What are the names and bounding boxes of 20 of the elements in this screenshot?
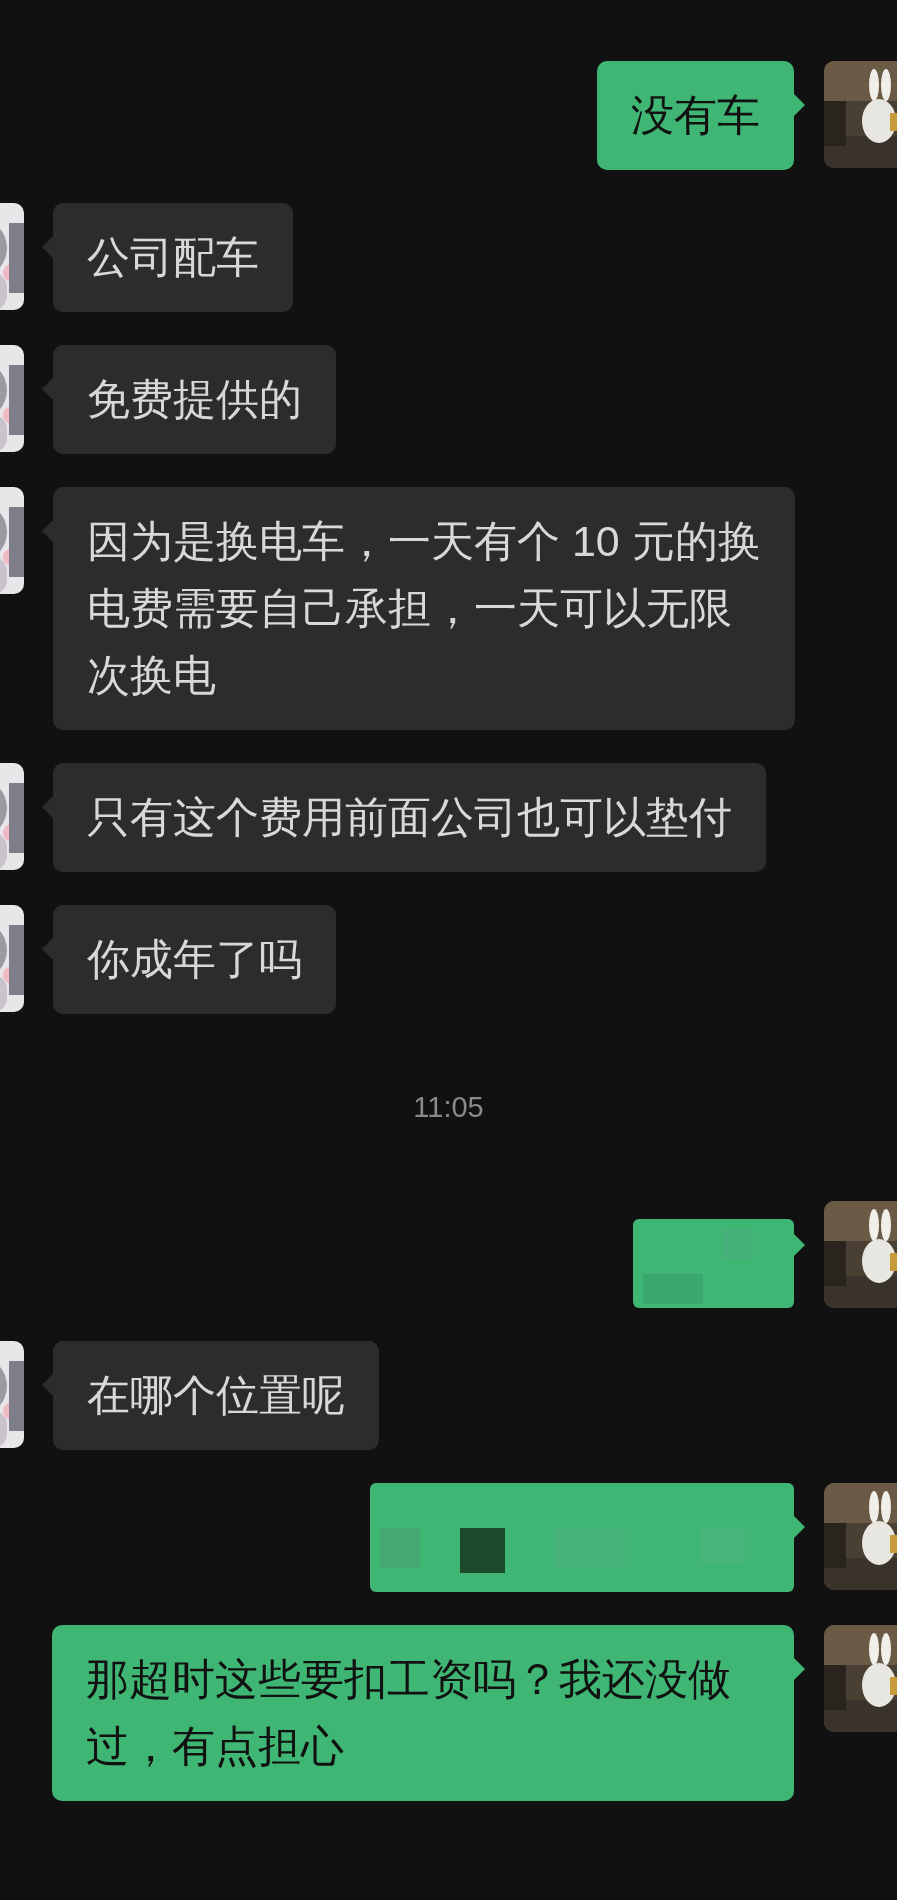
bubble-tail	[42, 796, 53, 818]
timestamp: 11:05	[413, 1089, 484, 1125]
bubble-tail	[42, 938, 53, 960]
message-bubble[interactable]: 因为是换电车，一天有个 10 元的换电费需要自己承担，一天可以无限次换电	[53, 487, 795, 730]
bubble-tail	[794, 1516, 805, 1538]
bubble-tail	[794, 94, 805, 116]
message-bubble[interactable]: 免费提供的	[53, 345, 336, 454]
bubble-tail	[794, 1234, 805, 1256]
message-bubble[interactable]: 你成年了吗	[53, 905, 336, 1014]
message-bubble[interactable]: 只有这个费用前面公司也可以垫付	[53, 763, 766, 872]
message-bubble[interactable]: 那超时这些要扣工资吗？我还没做过，有点担心	[52, 1625, 794, 1801]
bubble-tail	[42, 236, 53, 258]
bubble-tail	[42, 378, 53, 400]
message-bubble[interactable]: 没有车	[597, 61, 794, 170]
bubble-tail	[42, 1374, 53, 1396]
redacted-message-bubble[interactable]	[370, 1483, 794, 1592]
message-bubble[interactable]: 公司配车	[53, 203, 293, 312]
bubble-tail	[42, 520, 53, 542]
message-bubble[interactable]: 在哪个位置呢	[53, 1341, 379, 1450]
bubble-tail	[794, 1658, 805, 1680]
